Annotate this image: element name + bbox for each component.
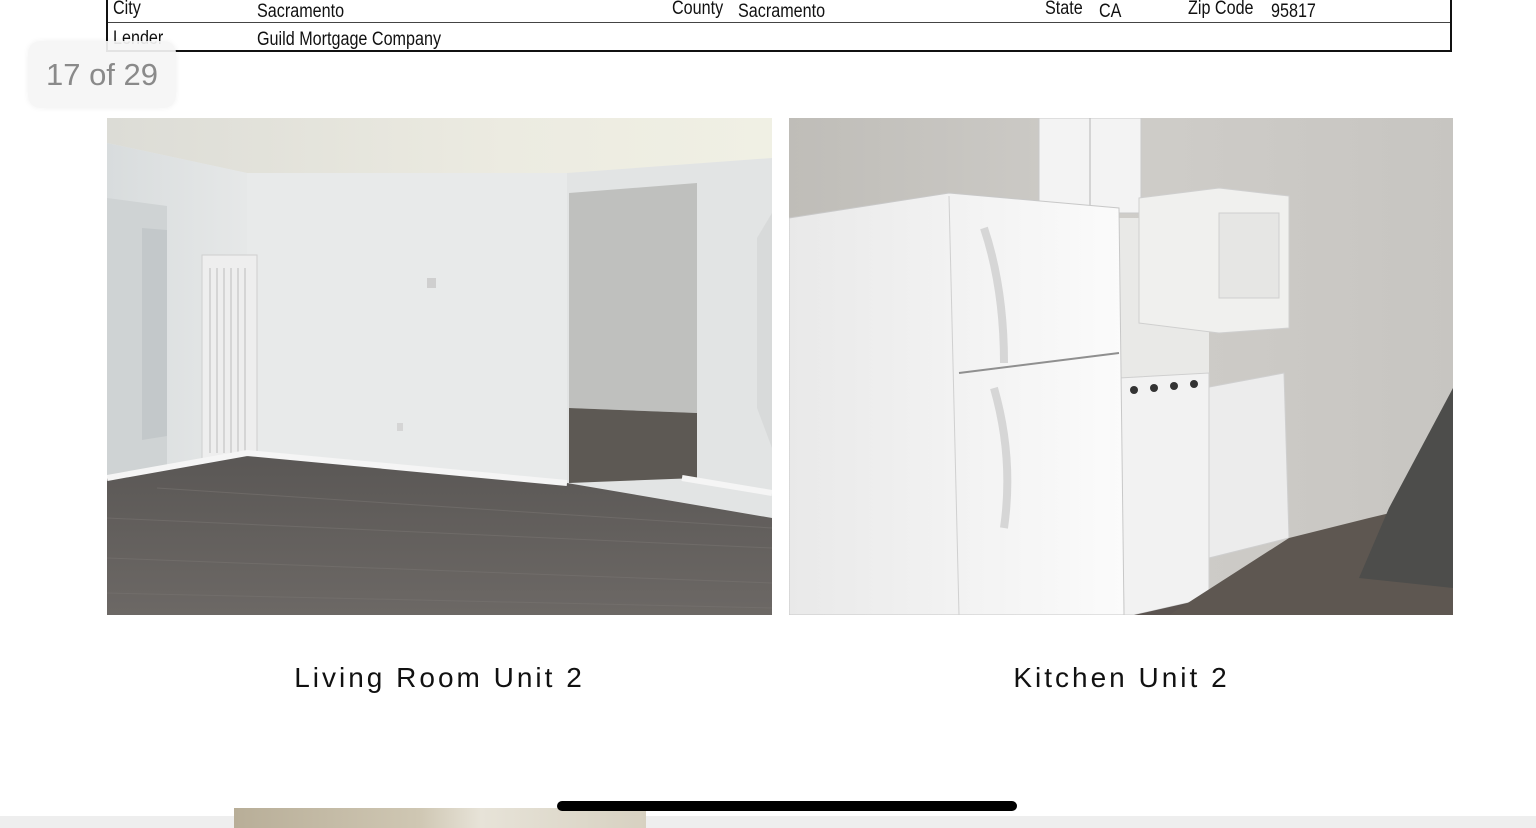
kitchen-photo xyxy=(789,118,1453,615)
state-label: State xyxy=(1045,0,1083,19)
document-viewer[interactable]: City Sacramento County Sacramento State … xyxy=(0,0,1536,828)
next-page-photo-preview xyxy=(234,808,646,828)
zip-value: 95817 xyxy=(1271,1,1316,22)
home-indicator[interactable] xyxy=(557,801,1017,811)
county-value: Sacramento xyxy=(738,1,826,22)
lender-row: Lender Guild Mortgage Company xyxy=(108,23,1450,50)
state-value: CA xyxy=(1099,1,1122,22)
lender-value: Guild Mortgage Company xyxy=(257,29,442,50)
next-page-edge[interactable] xyxy=(0,816,1536,828)
living-room-caption: Living Room Unit 2 xyxy=(294,662,585,693)
zip-label: Zip Code xyxy=(1188,0,1254,19)
city-value: Sacramento xyxy=(257,1,345,22)
county-label: County xyxy=(672,0,724,19)
living-room-photo xyxy=(107,118,772,615)
city-label: City xyxy=(113,0,141,19)
location-row: City Sacramento County Sacramento State … xyxy=(108,0,1450,23)
page-counter: 17 of 29 xyxy=(28,41,176,108)
property-info-table: City Sacramento County Sacramento State … xyxy=(106,0,1452,52)
kitchen-caption: Kitchen Unit 2 xyxy=(1013,662,1230,693)
